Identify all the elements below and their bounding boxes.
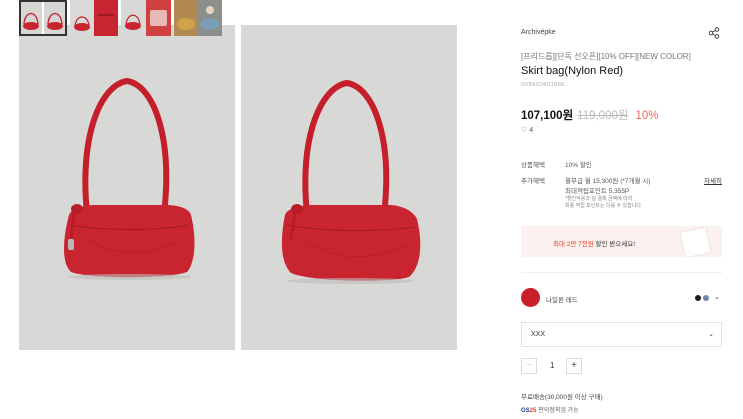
installment-info: 월무급 월 15,300원 (*7개월 시) xyxy=(565,178,651,185)
red-handbag-thumb-icon xyxy=(121,0,171,36)
thumbnail-4[interactable] xyxy=(174,0,222,36)
color-selector[interactable]: 나일론 레드 ⌄ xyxy=(521,288,722,308)
points-info: 최대적립포인트 5,355P xyxy=(565,188,630,195)
size-select-value: XXX xyxy=(531,331,546,338)
product-code: OVBAX24011NRE xyxy=(521,82,565,88)
thumbnail-3[interactable] xyxy=(121,0,171,36)
coupon-banner-suffix: 할인 받으세요! xyxy=(593,241,636,248)
color-swatch-black[interactable] xyxy=(695,295,701,301)
share-icon[interactable] xyxy=(708,27,720,39)
chevron-down-icon[interactable]: ⌄ xyxy=(714,293,720,301)
product-benefit-value: 10% 할인 xyxy=(565,162,592,169)
product-benefit-label: 상품혜택 xyxy=(521,162,545,169)
benefit-detail-link[interactable]: 자세히 xyxy=(704,175,722,185)
product-name: Skirt bag(Nylon Red) xyxy=(521,65,624,77)
red-handbag-image xyxy=(64,77,195,280)
product-photo-1[interactable] xyxy=(19,25,235,350)
coupon-card-icon xyxy=(680,227,711,258)
points-note-line-1: *할인적용과 실 결제 금액에 따라 xyxy=(565,196,633,202)
red-handbag-thumb-icon xyxy=(19,0,67,36)
free-shipping-info: 무료배송(30,000원 이상 구매) xyxy=(521,394,603,401)
chevron-down-icon: ⌄ xyxy=(708,331,714,338)
like-count[interactable]: ♡ 4 xyxy=(521,126,533,134)
product-photo-2[interactable] xyxy=(241,25,457,350)
pickup-text: 편의점픽업 가능 xyxy=(538,408,579,414)
quantity-decrease-button[interactable]: − xyxy=(521,358,537,374)
points-note: *할인적용과 실 결제 금액에 따라 최종 적립 포인트는 다를 수 있습니다. xyxy=(565,196,642,210)
thumbnail-1[interactable] xyxy=(19,0,67,36)
section-divider xyxy=(521,272,722,273)
thumbnail-2[interactable] xyxy=(70,0,118,36)
product-gallery xyxy=(19,25,457,350)
size-select[interactable]: XXX ⌄ xyxy=(521,322,722,347)
quantity-value[interactable]: 1 xyxy=(550,361,554,370)
discount-rate: 10% xyxy=(635,110,659,122)
coupon-highlight: 최대 2만 7천원 xyxy=(553,241,594,248)
quantity-increase-button[interactable]: + xyxy=(566,358,582,374)
selected-color-name: 나일론 레드 xyxy=(546,297,578,304)
red-handbag-thumb-icon xyxy=(70,0,118,36)
product-tags: [프리드롭][단독 선오픈][10% OFF][NEW COLOR] xyxy=(521,52,691,61)
points-note-line-2: 최종 적립 포인트는 다를 수 있습니다. xyxy=(565,202,643,209)
handbag-lifestyle-thumb-icon xyxy=(174,0,222,36)
sale-price: 107,100원 xyxy=(521,110,574,122)
coupon-banner[interactable]: 최대 2만 7천원 할인 받으세요! xyxy=(521,226,722,258)
pickup-info: GS25 편의점픽업 가능 xyxy=(521,405,579,414)
extra-benefit-label: 추가혜택 xyxy=(521,178,545,185)
original-price: 119,000원 xyxy=(577,110,629,122)
red-handbag-image xyxy=(281,79,421,284)
coupon-banner-text: 최대 2만 7천원 할인 받으세요! xyxy=(553,238,635,248)
selected-color-swatch xyxy=(521,288,540,307)
brand-name[interactable]: Archivépke xyxy=(521,29,556,36)
price-block: 107,100원 119,000원 10% xyxy=(521,107,658,123)
gs25-logo: GS25 xyxy=(521,408,537,414)
color-swatch-blue[interactable] xyxy=(703,295,709,301)
